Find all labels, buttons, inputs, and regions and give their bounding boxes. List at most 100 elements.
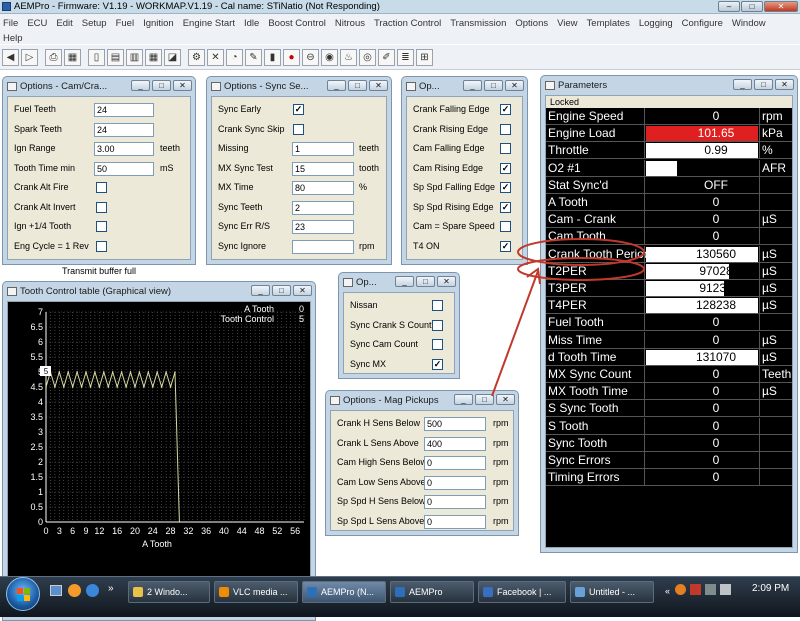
- parameter-row[interactable]: Throttle 0.99%: [546, 142, 792, 160]
- parameter-row[interactable]: Sync Tooth 0: [546, 434, 792, 452]
- clock[interactable]: 2:09 PM: [752, 583, 789, 594]
- log-icon[interactable]: ≣: [397, 48, 414, 66]
- option-input[interactable]: 24: [94, 103, 154, 117]
- taskbar-button[interactable]: AEMPro (N...: [302, 581, 386, 603]
- print-icon[interactable]: ⎙: [45, 48, 62, 66]
- option-input[interactable]: 0: [424, 456, 486, 470]
- menu-window[interactable]: Window: [732, 16, 766, 31]
- option-input[interactable]: 50: [94, 161, 154, 176]
- minimize-icon[interactable]: _: [327, 80, 346, 91]
- minus-circle-icon[interactable]: ⊖: [302, 48, 319, 66]
- network-icon[interactable]: [705, 584, 716, 595]
- menu-file[interactable]: File: [3, 16, 18, 31]
- option-checkbox[interactable]: ✓: [500, 201, 511, 213]
- firefox-icon[interactable]: [68, 584, 81, 597]
- tray-security-icon[interactable]: [690, 584, 701, 595]
- menu-edit[interactable]: Edit: [56, 16, 72, 31]
- close-icon[interactable]: ✕: [437, 276, 456, 287]
- minimize-icon[interactable]: _: [395, 276, 414, 287]
- volume-icon[interactable]: [720, 584, 731, 595]
- menu-view[interactable]: View: [557, 16, 577, 31]
- minimize-icon[interactable]: _: [251, 285, 270, 296]
- option-input[interactable]: 24: [94, 122, 154, 137]
- menu-transmission[interactable]: Transmission: [450, 16, 506, 31]
- close-icon[interactable]: ✕: [293, 285, 312, 296]
- table-icon[interactable]: ▦: [145, 48, 162, 66]
- option-input[interactable]: 0: [424, 475, 486, 490]
- minimize-icon[interactable]: _: [454, 394, 473, 405]
- option-checkbox[interactable]: ✓: [500, 162, 511, 174]
- ecu-icon[interactable]: ▦: [64, 48, 81, 66]
- parameter-row[interactable]: S Tooth 0: [546, 417, 792, 435]
- option-checkbox[interactable]: [500, 143, 511, 154]
- taskbar-button[interactable]: 2 Windo...: [128, 581, 210, 603]
- close-icon[interactable]: ✕: [369, 80, 388, 91]
- menu-help[interactable]: Help: [3, 31, 23, 46]
- option-checkbox[interactable]: [432, 339, 443, 350]
- menu-ignition[interactable]: Ignition: [143, 16, 174, 31]
- flame-icon[interactable]: ♨: [340, 48, 357, 66]
- minimize-icon[interactable]: _: [733, 79, 752, 90]
- disk-icon[interactable]: ◉: [321, 48, 338, 66]
- maximize-icon[interactable]: □: [484, 80, 503, 91]
- maximize-icon[interactable]: □: [348, 80, 367, 91]
- option-checkbox[interactable]: [432, 300, 443, 311]
- parameter-row[interactable]: O2 #1 3.31 AFR: [546, 159, 792, 177]
- taskbar-button[interactable]: VLC media ...: [214, 581, 298, 603]
- option-input[interactable]: 80: [292, 181, 354, 195]
- taskbar-button[interactable]: Facebook | ...: [478, 581, 566, 603]
- option-checkbox[interactable]: ✓: [500, 104, 511, 115]
- more-chevron-icon[interactable]: »: [108, 583, 114, 594]
- menu-configure[interactable]: Configure: [682, 16, 723, 31]
- parameter-row[interactable]: Engine Speed 0 rpm: [546, 108, 792, 125]
- parameter-row[interactable]: Cam - Crank 0 µS: [546, 211, 792, 229]
- bars-icon[interactable]: ▮: [264, 48, 281, 66]
- maximize-icon[interactable]: □: [152, 80, 171, 91]
- tools-icon[interactable]: ⚙: [188, 48, 205, 66]
- menu-nitrous[interactable]: Nitrous: [335, 16, 365, 31]
- tooth-control-chart[interactable]: 00.511.522.533.544.555.566.5703691216202…: [8, 302, 312, 618]
- parameter-row[interactable]: Sync Errors 0: [546, 452, 792, 469]
- grid-icon[interactable]: ⊞: [416, 48, 433, 66]
- gauge-icon[interactable]: ◔: [226, 48, 243, 66]
- menu-engine-start[interactable]: Engine Start: [183, 16, 235, 31]
- ie-icon[interactable]: [86, 584, 99, 597]
- tray-app-icon[interactable]: [675, 584, 686, 595]
- menu-ecu[interactable]: ECU: [27, 16, 47, 31]
- option-input[interactable]: [292, 239, 354, 254]
- option-checkbox[interactable]: ✓: [432, 358, 443, 370]
- save-file-icon[interactable]: ▥: [126, 48, 143, 66]
- minimize-button[interactable]: –: [718, 1, 740, 12]
- new-file-icon[interactable]: ▯: [88, 48, 105, 66]
- menu-setup[interactable]: Setup: [82, 16, 107, 31]
- taskbar-button[interactable]: AEMPro: [390, 581, 474, 603]
- maximize-icon[interactable]: □: [754, 79, 773, 90]
- menu-idle[interactable]: Idle: [244, 16, 259, 31]
- parameter-row[interactable]: Stat Sync'd OFF: [546, 176, 792, 194]
- option-checkbox[interactable]: [293, 123, 304, 135]
- menu-logging[interactable]: Logging: [639, 16, 673, 31]
- chart-icon[interactable]: ◪: [164, 48, 181, 66]
- maximize-icon[interactable]: □: [416, 276, 435, 287]
- option-checkbox[interactable]: ✓: [293, 104, 304, 115]
- option-input[interactable]: 0: [424, 514, 486, 529]
- pencil-icon[interactable]: ✐: [378, 48, 395, 66]
- option-checkbox[interactable]: [96, 221, 107, 232]
- back-arrow-icon[interactable]: ◀: [2, 48, 19, 66]
- maximize-icon[interactable]: □: [272, 285, 291, 296]
- close-button[interactable]: ✕: [764, 1, 798, 12]
- minimize-icon[interactable]: _: [463, 80, 482, 91]
- menu-options[interactable]: Options: [515, 16, 548, 31]
- close-icon[interactable]: ✕: [775, 79, 794, 90]
- taskbar-button[interactable]: Untitled - ...: [570, 581, 654, 603]
- menu-fuel[interactable]: Fuel: [116, 16, 134, 31]
- option-checkbox[interactable]: [96, 201, 107, 213]
- menu-templates[interactable]: Templates: [587, 16, 630, 31]
- close-icon[interactable]: ✕: [173, 80, 192, 91]
- show-desktop-icon[interactable]: [50, 585, 62, 596]
- option-checkbox[interactable]: [432, 319, 443, 331]
- option-checkbox[interactable]: [96, 182, 107, 193]
- option-checkbox[interactable]: ✓: [500, 182, 511, 193]
- option-input[interactable]: 2: [292, 200, 354, 215]
- option-input[interactable]: 400: [424, 436, 486, 451]
